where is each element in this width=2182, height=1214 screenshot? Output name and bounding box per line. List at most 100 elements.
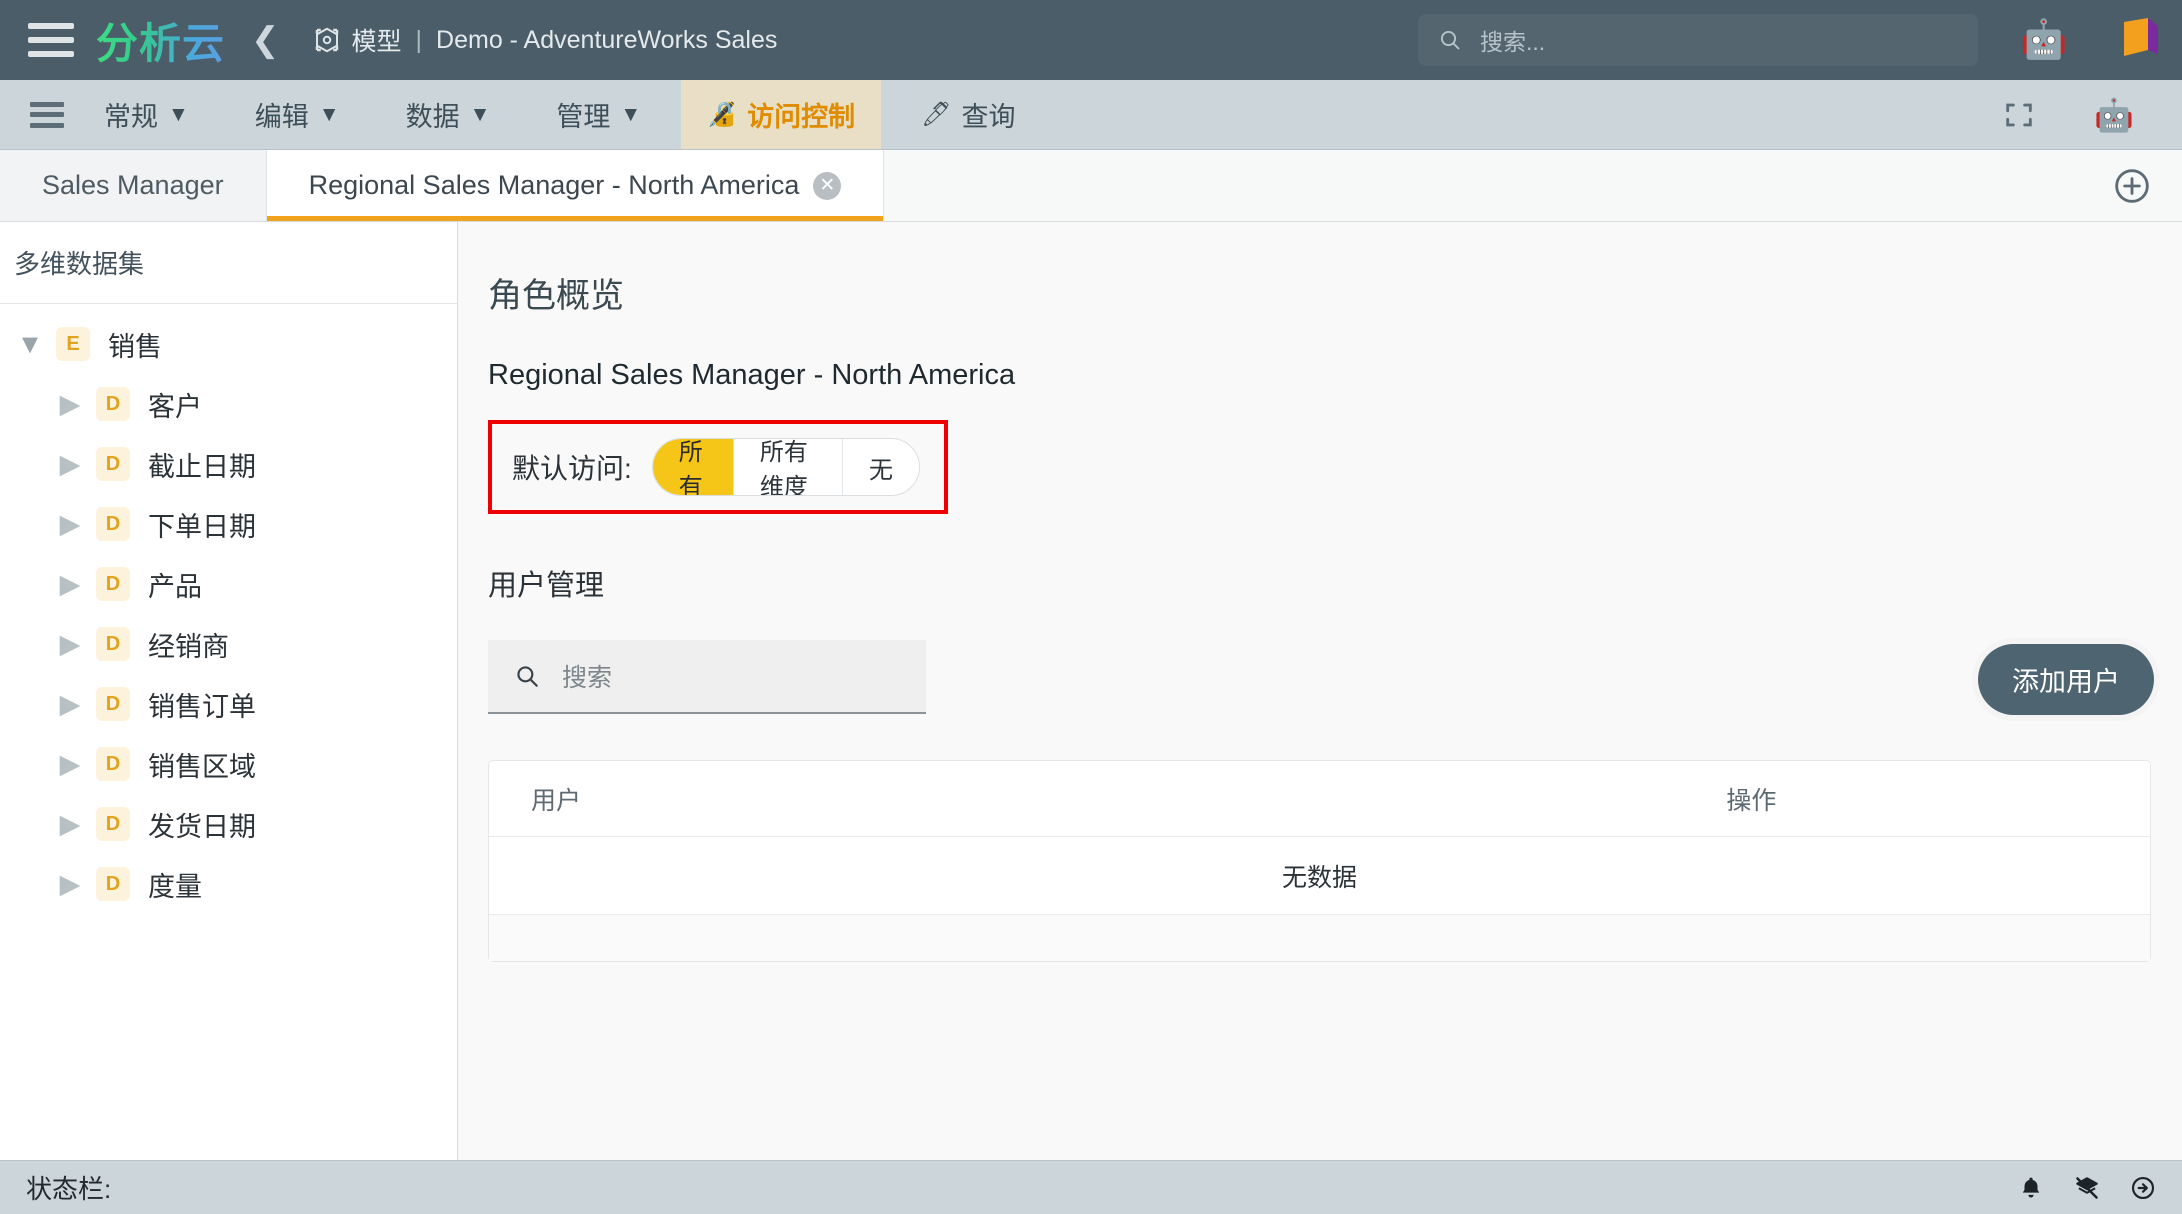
- user-search-row: 搜索 添加用户: [488, 634, 2182, 720]
- add-user-button[interactable]: 添加用户: [1978, 644, 2154, 715]
- breadcrumb-model-label: 模型: [351, 28, 402, 56]
- chevron-down-icon: ▼: [168, 102, 189, 126]
- tree-item-sales-order[interactable]: ▶ D 销售订单: [0, 674, 457, 734]
- caret-right-icon[interactable]: ▶: [56, 449, 84, 479]
- dimension-badge: D: [96, 567, 130, 601]
- column-header-action: 操作: [1726, 786, 1777, 815]
- caret-down-icon[interactable]: ▼: [16, 329, 44, 359]
- status-bar-icons: [2018, 1175, 2156, 1201]
- compass-arrow-icon[interactable]: [2130, 1175, 2156, 1201]
- menu-item-label: 管理: [556, 102, 611, 132]
- default-access-section: 默认访问: 所有 所有维度 无: [488, 420, 948, 514]
- body-area: 多维数据集 ▼ E 销售 ▶ D 客户 ▶ D 截止日期 ▶ D 下单日期 ▶ …: [0, 222, 2182, 1160]
- menu-item-label: 数据: [405, 102, 460, 132]
- main-content: 角色概览 Regional Sales Manager - North Amer…: [458, 222, 2182, 1160]
- tree-item-label: 度量: [148, 871, 202, 902]
- tree-item-label: 截止日期: [148, 451, 256, 482]
- segment-all-dimensions[interactable]: 所有维度: [734, 439, 843, 495]
- status-bar: 状态栏:: [0, 1160, 2182, 1214]
- caret-right-icon[interactable]: ▶: [56, 749, 84, 779]
- sidebar-title: 多维数据集: [0, 222, 457, 304]
- chevron-down-icon: ▼: [620, 102, 642, 126]
- global-search-box[interactable]: 搜索...: [1418, 14, 1978, 66]
- entity-badge: E: [56, 327, 90, 361]
- tab-regional-sales-manager[interactable]: Regional Sales Manager - North America ✕: [266, 150, 885, 221]
- menu-bar: 常规 ▼ 编辑 ▼ 数据 ▼ 管理 ▼ 🔏 访问控制 🖊 查询 🤖: [0, 80, 2182, 150]
- cube-icon: [312, 25, 342, 55]
- grip-line: [30, 112, 64, 117]
- tree-item-sales[interactable]: ▼ E 销售: [0, 314, 457, 374]
- tree-item-measures[interactable]: ▶ D 度量: [0, 854, 457, 914]
- dimension-badge: D: [96, 627, 130, 661]
- top-header-bar: 分析云 ❮ 模型 | Demo - AdventureWorks Sales 搜…: [0, 0, 2182, 80]
- tree-item-label: 经销商: [148, 631, 229, 662]
- tree-item-due-date[interactable]: ▶ D 截止日期: [0, 434, 457, 494]
- tree-item-order-date[interactable]: ▶ D 下单日期: [0, 494, 457, 554]
- breadcrumb-model-name: Demo - AdventureWorks Sales: [436, 25, 778, 54]
- menu-item-query[interactable]: 🖊 查询: [895, 80, 1041, 149]
- grip-line: [30, 122, 64, 128]
- caret-right-icon[interactable]: ▶: [56, 569, 84, 599]
- menu-item-access-control[interactable]: 🔏 访问控制: [681, 80, 882, 149]
- menu-item-data[interactable]: 数据 ▼: [380, 80, 517, 149]
- dimension-badge: D: [96, 507, 130, 541]
- tree-item-sales-territory[interactable]: ▶ D 销售区域: [0, 734, 457, 794]
- caret-right-icon[interactable]: ▶: [56, 509, 84, 539]
- sidebar: 多维数据集 ▼ E 销售 ▶ D 客户 ▶ D 截止日期 ▶ D 下单日期 ▶ …: [0, 222, 458, 1160]
- tree-item-ship-date[interactable]: ▶ D 发货日期: [0, 794, 457, 854]
- menu-item-manage[interactable]: 管理 ▼: [530, 80, 667, 149]
- caret-right-icon[interactable]: ▶: [56, 809, 84, 839]
- caret-right-icon[interactable]: ▶: [56, 869, 84, 899]
- breadcrumb-separator: |: [415, 25, 423, 54]
- tree-item-label: 下单日期: [148, 511, 256, 542]
- dimension-badge: D: [96, 747, 130, 781]
- tree-item-label: 产品: [148, 571, 202, 602]
- menu-item-general[interactable]: 常规 ▼: [78, 80, 215, 149]
- role-name: Regional Sales Manager - North America: [488, 359, 1016, 391]
- app-root: 分析云 ❮ 模型 | Demo - AdventureWorks Sales 搜…: [0, 0, 2182, 1214]
- global-search-placeholder: 搜索...: [1480, 29, 1546, 55]
- status-bar-label: 状态栏:: [26, 1174, 112, 1204]
- tree-item-product[interactable]: ▶ D 产品: [0, 554, 457, 614]
- caret-right-icon[interactable]: ▶: [56, 389, 84, 419]
- segment-none[interactable]: 无: [843, 439, 919, 495]
- menu-item-label: 访问控制: [747, 102, 856, 132]
- tree-item-label: 销售订单: [148, 691, 256, 722]
- hamburger-line: [28, 51, 74, 57]
- dimension-badge: D: [96, 807, 130, 841]
- tab-label: Sales Manager: [42, 170, 224, 200]
- fullscreen-icon[interactable]: [2002, 98, 2036, 132]
- plus-circle-icon[interactable]: [2112, 166, 2152, 206]
- layers-off-icon[interactable]: [2074, 1175, 2100, 1201]
- menu-item-edit[interactable]: 编辑 ▼: [229, 80, 366, 149]
- search-icon: [1438, 28, 1462, 52]
- hamburger-line: [28, 23, 74, 29]
- column-header-user: 用户: [531, 786, 582, 815]
- chevron-down-icon: ▼: [469, 102, 491, 126]
- menu-item-label: 查询: [961, 102, 1016, 132]
- brand-flag-icon[interactable]: [2118, 14, 2162, 64]
- caret-right-icon[interactable]: ▶: [56, 629, 84, 659]
- table-footer: [489, 915, 2150, 961]
- user-search-input[interactable]: 搜索: [488, 640, 926, 714]
- caret-right-icon[interactable]: ▶: [56, 689, 84, 719]
- hamburger-icon[interactable]: [28, 23, 74, 57]
- tree-item-reseller[interactable]: ▶ D 经销商: [0, 614, 457, 674]
- table-empty-row: 无数据: [489, 837, 2150, 915]
- tree-item-label: 发货日期: [148, 811, 256, 842]
- chevron-left-icon[interactable]: ❮: [251, 23, 280, 57]
- robot-icon[interactable]: 🤖: [2020, 16, 2067, 64]
- bell-icon[interactable]: [2018, 1175, 2044, 1201]
- breadcrumb: 模型 | Demo - AdventureWorks Sales: [312, 22, 778, 58]
- menu-item-label: 常规: [104, 102, 158, 132]
- dimension-badge: D: [96, 447, 130, 481]
- segment-all[interactable]: 所有: [652, 439, 734, 495]
- tree-item-customer[interactable]: ▶ D 客户: [0, 374, 457, 434]
- menu-grip-icon[interactable]: [30, 101, 64, 128]
- menu-item-label: 编辑: [254, 102, 309, 132]
- close-icon[interactable]: ✕: [813, 171, 842, 200]
- robot-icon[interactable]: 🤖: [2094, 99, 2134, 131]
- tab-sales-manager[interactable]: Sales Manager: [0, 150, 267, 221]
- brand-logo-text[interactable]: 分析云: [96, 10, 225, 71]
- chevron-down-icon: ▼: [318, 102, 340, 126]
